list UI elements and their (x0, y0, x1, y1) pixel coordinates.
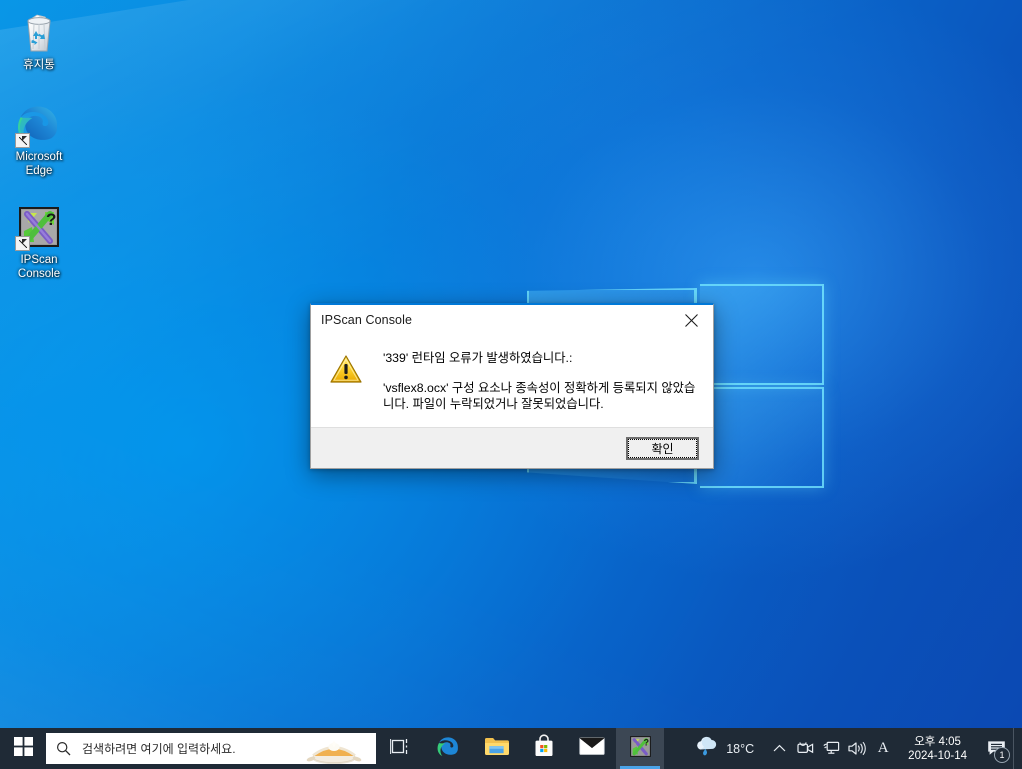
taskbar-button-microsoft-edge[interactable] (424, 728, 472, 769)
speaker-icon[interactable] (844, 728, 870, 769)
start-button[interactable] (0, 728, 46, 769)
search-placeholder-text: 검색하려면 여기에 입력하세요. (82, 742, 236, 756)
desktop-icon-ipscan-console[interactable]: ? IPScan Console (2, 203, 76, 281)
camera-icon[interactable] (792, 728, 818, 769)
taskbar-clock[interactable]: 오후 4:05 2024-10-14 (896, 728, 979, 769)
weather-temperature: 18°C (726, 741, 755, 756)
desktop-icon-label: Microsoft Edge (15, 151, 63, 177)
taskbar-button-mail[interactable] (568, 728, 616, 769)
svg-text:?: ? (46, 210, 56, 229)
clock-time: 오후 4:05 (914, 735, 961, 748)
ipscan-icon: ? (15, 203, 63, 251)
system-tray: 18°C A 오후 4:05 2024-10-14 1 (688, 728, 1022, 769)
task-view-icon (389, 737, 411, 761)
dialog-body: '339' 런타임 오류가 발생하였습니다.: 'vsflex8.ocx' 구성… (311, 335, 713, 427)
taskbar-button-microsoft-store[interactable] (520, 728, 568, 769)
ok-button-label: 확인 (628, 438, 697, 458)
close-icon[interactable] (669, 305, 713, 335)
ime-indicator-label: A (877, 740, 889, 756)
weather-widget[interactable]: 18°C (688, 728, 766, 769)
shortcut-overlay-icon (15, 133, 30, 148)
notification-icon[interactable]: 1 (979, 728, 1013, 769)
pumpkin-pie-icon[interactable] (306, 734, 362, 764)
desktop-icon-recycle-bin[interactable]: 휴지통 (2, 8, 76, 73)
desktop-icon-label: IPScan Console (17, 254, 61, 280)
network-monitor-icon[interactable] (818, 728, 844, 769)
dialog-message-line-1: '339' 런타임 오류가 발생하였습니다.: (383, 351, 573, 365)
svg-text:?: ? (643, 737, 648, 747)
search-input[interactable]: 검색하려면 여기에 입력하세요. (46, 733, 376, 764)
edge-icon (436, 734, 461, 764)
ime-a-icon[interactable]: A (870, 728, 896, 769)
taskbar-button-task-view[interactable] (376, 728, 424, 769)
ipscan-icon: ? (628, 734, 653, 764)
dialog-footer: 확인 (311, 427, 713, 468)
error-dialog: IPScan Console '339' 런타임 오류가 발생하였습니다.: '… (310, 303, 714, 469)
taskbar-button-ipscan-console[interactable]: ? (616, 728, 664, 769)
desktop-icon-label: 휴지통 (23, 59, 55, 71)
recycle-bin-icon (15, 8, 63, 56)
dialog-titlebar[interactable]: IPScan Console (311, 305, 713, 335)
rain-cloud-icon (694, 735, 719, 762)
notification-count-badge: 1 (994, 747, 1010, 763)
chevron-up-icon[interactable] (766, 728, 792, 769)
desktop-icon-microsoft-edge[interactable]: Microsoft Edge (2, 100, 76, 178)
wallpaper-pane-top-right (700, 284, 824, 385)
clock-date: 2024-10-14 (908, 749, 967, 762)
dialog-title: IPScan Console (321, 313, 413, 327)
dialog-message-line-2: 'vsflex8.ocx' 구성 요소나 종속성이 정확하게 등록되지 않았습니… (383, 381, 696, 411)
windows-start-icon (13, 736, 33, 761)
store-bag-icon (533, 734, 555, 763)
dialog-message: '339' 런타임 오류가 발생하였습니다.: 'vsflex8.ocx' 구성… (363, 349, 699, 421)
search-icon (56, 741, 74, 756)
folder-icon (484, 735, 509, 762)
taskbar-button-file-explorer[interactable] (472, 728, 520, 769)
shortcut-overlay-icon (15, 236, 30, 251)
wallpaper-pane-bottom-right (700, 387, 824, 488)
taskbar: 검색하려면 여기에 입력하세요. ? 18°C A 오후 4:05 2024-1… (0, 728, 1022, 769)
desktop-screen: 휴지통 Microsoft Edge ? IPScan Console IPSc… (0, 0, 1022, 769)
warning-triangle-icon (329, 353, 363, 385)
ok-button[interactable]: 확인 (626, 436, 699, 460)
mail-envelope-icon (579, 736, 605, 761)
edge-icon (15, 100, 63, 148)
show-desktop-button[interactable] (1013, 728, 1022, 769)
